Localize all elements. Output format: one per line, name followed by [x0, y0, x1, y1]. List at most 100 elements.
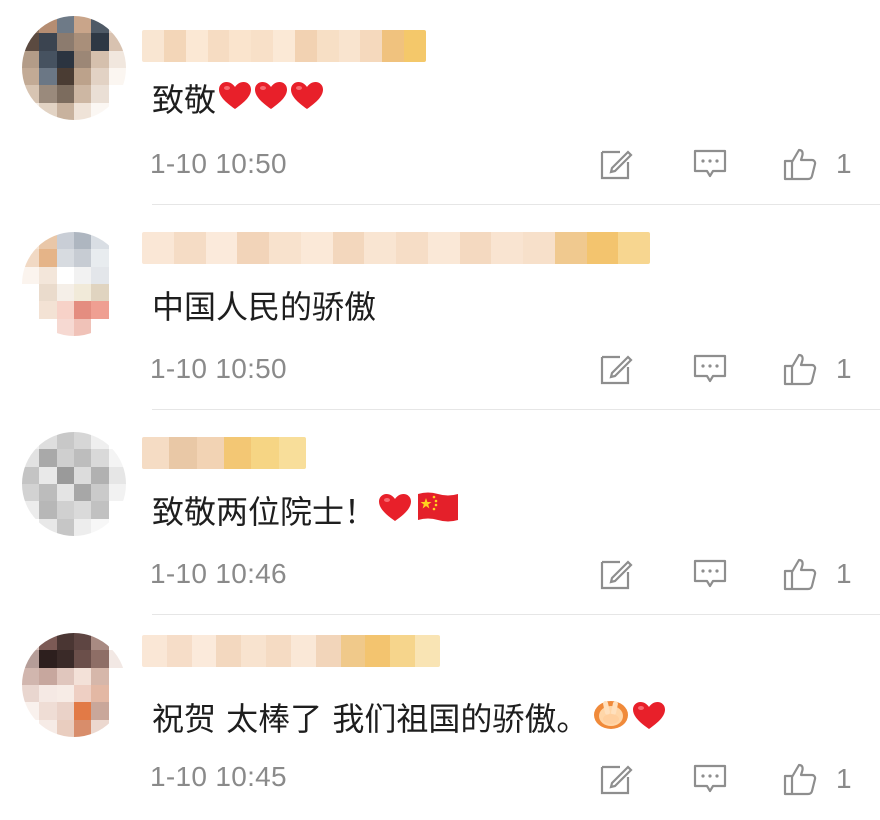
- avatar-pixel: [91, 501, 109, 519]
- avatar-pixel: [91, 16, 109, 34]
- avatar-pixel: [74, 518, 92, 536]
- avatar-pixel: [91, 702, 109, 720]
- thumbs-up-icon[interactable]: [782, 556, 818, 592]
- avatar-pixel: [56, 301, 74, 319]
- username-pixel: [554, 232, 587, 264]
- avatar-pixel: [74, 102, 92, 120]
- avatar-pixel: [91, 68, 109, 86]
- heart-emoji-icon: [255, 82, 288, 109]
- like-count: 1: [836, 148, 852, 179]
- avatar-pixel: [74, 249, 92, 267]
- username-pixel: [415, 635, 440, 667]
- username-pixel: [278, 437, 306, 469]
- avatar[interactable]: [22, 16, 126, 120]
- username-blurred[interactable]: [142, 30, 426, 62]
- avatar-pixel: [108, 702, 126, 720]
- username-pixel: [223, 437, 252, 469]
- avatar[interactable]: [22, 232, 126, 336]
- avatar-pixel: [91, 50, 109, 68]
- heart-emoji-icon: [379, 494, 412, 521]
- comment-item: 致敬两位院士！ 1-10 10:46 1: [0, 410, 880, 615]
- avatar-pixel: [108, 449, 126, 467]
- edit-square-icon[interactable]: [598, 146, 634, 182]
- avatar-pixel: [22, 249, 40, 267]
- avatar-pixel: [39, 702, 57, 720]
- avatar-pixel: [39, 501, 57, 519]
- avatar-pixel: [108, 633, 126, 651]
- username-pixel: [216, 635, 242, 667]
- avatar-pixel: [74, 50, 92, 68]
- avatar-pixel: [91, 232, 109, 250]
- comment-bubble-icon[interactable]: [692, 146, 728, 182]
- username-blurred[interactable]: [142, 232, 650, 264]
- avatar-pixel: [22, 85, 40, 103]
- avatar-pixel: [74, 33, 92, 51]
- edit-square-icon[interactable]: [598, 761, 634, 797]
- avatar-pixel: [39, 685, 57, 703]
- avatar-pixel: [74, 702, 92, 720]
- username-pixel: [185, 30, 208, 62]
- avatar-pixel: [39, 232, 57, 250]
- avatar-pixel: [39, 318, 57, 336]
- thumbs-up-icon[interactable]: [782, 146, 818, 182]
- china-flag-emoji-icon: [418, 492, 459, 522]
- avatar[interactable]: [22, 432, 126, 536]
- avatar-pixel: [108, 85, 126, 103]
- username-pixel: [459, 232, 492, 264]
- edit-square-icon[interactable]: [598, 556, 634, 592]
- avatar-pixel: [91, 318, 109, 336]
- avatar-pixel: [39, 719, 57, 737]
- avatar-pixel: [108, 650, 126, 668]
- avatar-pixel: [39, 449, 57, 467]
- comment-bubble-icon[interactable]: [692, 351, 728, 387]
- avatar-pixel: [91, 249, 109, 267]
- avatar-pixel: [74, 685, 92, 703]
- avatar-pixel: [56, 501, 74, 519]
- avatar-pixel: [56, 284, 74, 302]
- username-pixel: [269, 232, 301, 264]
- comment-text: 致敬两位院士！: [152, 490, 460, 534]
- avatar-pixel: [22, 719, 40, 737]
- avatar-pixel: [39, 16, 57, 34]
- avatar-pixel: [91, 266, 109, 284]
- avatar-pixel: [108, 266, 126, 284]
- avatar-pixel: [56, 249, 74, 267]
- avatar-pixel: [56, 68, 74, 86]
- username-pixel: [169, 437, 197, 469]
- avatar-pixel: [108, 301, 126, 319]
- avatar[interactable]: [22, 633, 126, 737]
- username-pixel: [404, 30, 426, 62]
- username-pixel: [241, 635, 267, 667]
- comment-item: 致敬 1-10 10:50 1: [0, 0, 880, 205]
- thumbs-up-icon[interactable]: [782, 761, 818, 797]
- avatar-pixel: [108, 284, 126, 302]
- edit-square-icon[interactable]: [598, 351, 634, 387]
- avatar-pixel: [91, 85, 109, 103]
- comment-bubble-icon[interactable]: [692, 556, 728, 592]
- avatar-pixel: [22, 667, 40, 685]
- avatar-pixel: [91, 719, 109, 737]
- avatar-pixel: [91, 633, 109, 651]
- avatar-pixel: [108, 16, 126, 34]
- comment-time: 1-10 10:50: [150, 148, 287, 179]
- avatar-pixel: [108, 685, 126, 703]
- username-pixel: [427, 232, 460, 264]
- avatar-pixel: [108, 667, 126, 685]
- avatar-pixel: [56, 685, 74, 703]
- avatar-pixel: [108, 102, 126, 120]
- avatar-pixel: [22, 685, 40, 703]
- username-blurred[interactable]: [142, 437, 306, 469]
- thumbs-up-icon[interactable]: [782, 351, 818, 387]
- avatar-pixel: [56, 518, 74, 536]
- comment-bubble-icon[interactable]: [692, 761, 728, 797]
- avatar-pixel: [22, 50, 40, 68]
- username-blurred[interactable]: [142, 635, 440, 667]
- username-pixel: [251, 30, 274, 62]
- username-pixel: [491, 232, 523, 264]
- avatar-pixel: [108, 232, 126, 250]
- avatar-pixel: [108, 484, 126, 502]
- avatar-pixel: [39, 466, 57, 484]
- avatar-pixel: [56, 702, 74, 720]
- avatar-pixel: [22, 484, 40, 502]
- avatar-pixel: [108, 432, 126, 450]
